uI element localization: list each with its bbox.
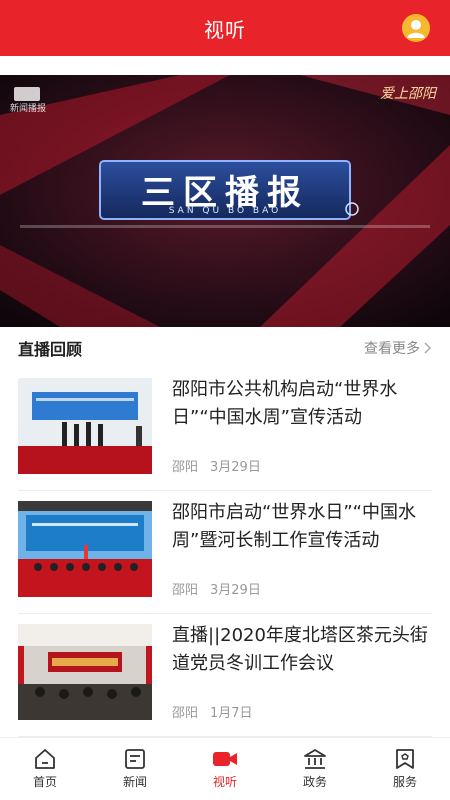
tab-label: 新闻 <box>122 775 147 789</box>
list-item[interactable]: 直播||2020年度北塔区茶元头街道党员冬训工作会议 邵阳 1月7日 <box>18 614 432 737</box>
section-title: 直播回顾 <box>18 340 83 359</box>
government-icon <box>304 749 326 769</box>
item-date: 3月29日 <box>210 460 261 475</box>
page-title: 视听 <box>204 17 246 42</box>
section-header: 直播回顾 查看更多 <box>0 328 450 368</box>
tab-video[interactable]: 视听 <box>180 738 270 800</box>
tab-label: 视听 <box>212 775 237 789</box>
user-avatar-icon[interactable] <box>402 14 430 42</box>
top-header: 视听 <box>0 0 450 56</box>
item-source: 邵阳 <box>172 460 199 475</box>
view-more-label: 查看更多 <box>364 341 420 357</box>
home-icon <box>35 749 55 769</box>
list-item[interactable]: 邵阳市公共机构启动“世界水日”“中国水周”宣传活动 邵阳 3月29日 <box>18 368 432 491</box>
chevron-right-icon <box>424 342 432 354</box>
hero-subtitle: SAN QU BO BAO <box>168 206 282 216</box>
item-meta: 邵阳 1月7日 <box>172 702 253 721</box>
view-more-link[interactable]: 查看更多 <box>364 338 432 358</box>
item-title: 邵阳市启动“世界水日”“中国水周”暨河长制工作宣传活动 <box>172 502 416 551</box>
list-item[interactable]: 邵阳市启动“世界水日”“中国水周”暨河长制工作宣传活动 邵阳 3月29日 <box>18 491 432 614</box>
tab-home[interactable]: 首页 <box>0 738 90 800</box>
replay-list: 邵阳市公共机构启动“世界水日”“中国水周”宣传活动 邵阳 3月29日 邵阳市启动“… <box>0 368 450 737</box>
tab-label: 服务 <box>392 775 417 789</box>
tab-news[interactable]: 新闻 <box>90 738 180 800</box>
news-icon <box>125 749 145 769</box>
video-thumbnail <box>18 501 152 597</box>
tab-label: 政务 <box>302 775 327 789</box>
bottom-tab-bar: 首页 新闻 视听 政务 服务 <box>0 737 450 800</box>
featured-video-banner[interactable]: 新闻播报 爱上邵阳 三区播报 SAN QU BO BAO <box>0 75 450 327</box>
item-date: 1月7日 <box>210 706 253 721</box>
service-icon <box>396 749 414 769</box>
video-camera-icon <box>213 752 237 766</box>
video-thumbnail <box>18 378 152 474</box>
item-date: 3月29日 <box>210 583 261 598</box>
item-meta: 邵阳 3月29日 <box>172 579 261 598</box>
hero-brand-left: 新闻播报 <box>10 104 47 114</box>
item-title: 直播||2020年度北塔区茶元头街道党员冬训工作会议 <box>172 625 428 674</box>
tab-label: 首页 <box>32 775 57 789</box>
video-thumbnail <box>18 624 152 720</box>
item-title: 邵阳市公共机构启动“世界水日”“中国水周”宣传活动 <box>172 379 398 428</box>
tab-government[interactable]: 政务 <box>270 738 360 800</box>
tab-service[interactable]: 服务 <box>360 738 450 800</box>
item-source: 邵阳 <box>172 583 199 598</box>
hero-brand-right: 爱上邵阳 <box>380 86 436 102</box>
item-meta: 邵阳 3月29日 <box>172 456 261 475</box>
item-source: 邵阳 <box>172 706 199 721</box>
